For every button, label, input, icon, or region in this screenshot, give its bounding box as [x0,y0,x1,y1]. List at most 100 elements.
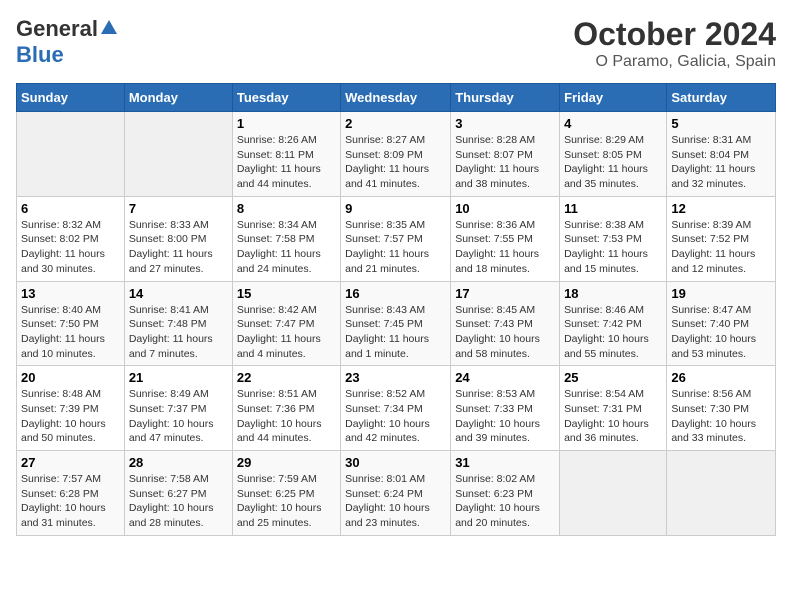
calendar-cell: 10Sunrise: 8:36 AMSunset: 7:55 PMDayligh… [451,196,560,281]
day-number: 19 [671,286,771,301]
day-number: 13 [21,286,120,301]
cell-details: Sunrise: 8:52 AMSunset: 7:34 PMDaylight:… [345,387,446,446]
cell-details: Sunrise: 8:31 AMSunset: 8:04 PMDaylight:… [671,133,771,192]
cell-details: Sunrise: 8:28 AMSunset: 8:07 PMDaylight:… [455,133,555,192]
cell-details: Sunrise: 8:39 AMSunset: 7:52 PMDaylight:… [671,218,771,277]
day-number: 31 [455,455,555,470]
header-day-monday: Monday [124,84,232,112]
calendar-cell [560,451,667,536]
cell-details: Sunrise: 8:49 AMSunset: 7:37 PMDaylight:… [129,387,228,446]
calendar-cell [124,112,232,197]
day-number: 24 [455,370,555,385]
cell-details: Sunrise: 8:01 AMSunset: 6:24 PMDaylight:… [345,472,446,531]
calendar-cell: 21 Sunrise: 8:49 AMSunset: 7:37 PMDayligh… [124,366,232,451]
calendar-cell: 4 Sunrise: 8:29 AMSunset: 8:05 PMDaylight… [560,112,667,197]
day-number: 8 [237,201,336,216]
header-day-saturday: Saturday [667,84,776,112]
day-number: 21 [129,370,228,385]
calendar-cell: 13 Sunrise: 8:40 AMSunset: 7:50 PMDayligh… [17,281,125,366]
cell-details: Sunrise: 8:43 AMSunset: 7:45 PMDaylight:… [345,303,446,362]
day-number: 5 [671,116,771,131]
day-number: 1 [237,116,336,131]
cell-details: Sunrise: 8:42 AMSunset: 7:47 PMDaylight:… [237,303,336,362]
calendar-subtitle: O Paramo, Galicia, Spain [573,53,776,71]
calendar-cell: 24 Sunrise: 8:53 AMSunset: 7:33 PMDayligh… [451,366,560,451]
calendar-cell: 23 Sunrise: 8:52 AMSunset: 7:34 PMDayligh… [341,366,451,451]
logo: General Blue [16,16,118,68]
cell-details: Sunrise: 8:53 AMSunset: 7:33 PMDaylight:… [455,387,555,446]
cell-details: Sunrise: 8:34 AMSunset: 7:58 PMDaylight:… [237,218,336,277]
day-number: 14 [129,286,228,301]
cell-details: Sunrise: 7:58 AMSunset: 6:27 PMDaylight:… [129,472,228,531]
day-number: 3 [455,116,555,131]
cell-details: Sunrise: 8:48 AMSunset: 7:39 PMDaylight:… [21,387,120,446]
calendar-cell: 7Sunrise: 8:33 AMSunset: 8:00 PMDaylight… [124,196,232,281]
cell-details: Sunrise: 8:41 AMSunset: 7:48 PMDaylight:… [129,303,228,362]
cell-details: Sunrise: 8:45 AMSunset: 7:43 PMDaylight:… [455,303,555,362]
cell-details: Sunrise: 8:33 AMSunset: 8:00 PMDaylight:… [129,218,228,277]
calendar-cell: 5 Sunrise: 8:31 AMSunset: 8:04 PMDaylight… [667,112,776,197]
cell-details: Sunrise: 8:32 AMSunset: 8:02 PMDaylight:… [21,218,120,277]
header-day-wednesday: Wednesday [341,84,451,112]
calendar-cell: 22 Sunrise: 8:51 AMSunset: 7:36 PMDayligh… [232,366,340,451]
calendar-cell: 14 Sunrise: 8:41 AMSunset: 7:48 PMDayligh… [124,281,232,366]
week-row-3: 13 Sunrise: 8:40 AMSunset: 7:50 PMDayligh… [17,281,776,366]
cell-details: Sunrise: 7:57 AMSunset: 6:28 PMDaylight:… [21,472,120,531]
day-number: 17 [455,286,555,301]
calendar-cell: 18Sunrise: 8:46 AMSunset: 7:42 PMDayligh… [560,281,667,366]
day-number: 23 [345,370,446,385]
day-number: 6 [21,201,120,216]
header-day-friday: Friday [560,84,667,112]
calendar-cell: 9 Sunrise: 8:35 AMSunset: 7:57 PMDaylight… [341,196,451,281]
week-row-4: 20 Sunrise: 8:48 AMSunset: 7:39 PMDayligh… [17,366,776,451]
cell-details: Sunrise: 8:26 AMSunset: 8:11 PMDaylight:… [237,133,336,192]
day-number: 9 [345,201,446,216]
day-number: 4 [564,116,662,131]
cell-details: Sunrise: 7:59 AMSunset: 6:25 PMDaylight:… [237,472,336,531]
cell-details: Sunrise: 8:35 AMSunset: 7:57 PMDaylight:… [345,218,446,277]
day-number: 12 [671,201,771,216]
week-row-5: 27 Sunrise: 7:57 AMSunset: 6:28 PMDayligh… [17,451,776,536]
calendar-cell: 3 Sunrise: 8:28 AMSunset: 8:07 PMDaylight… [451,112,560,197]
week-row-1: 1 Sunrise: 8:26 AMSunset: 8:11 PMDaylight… [17,112,776,197]
day-number: 18 [564,286,662,301]
cell-details: Sunrise: 8:38 AMSunset: 7:53 PMDaylight:… [564,218,662,277]
calendar-cell: 11 Sunrise: 8:38 AMSunset: 7:53 PMDayligh… [560,196,667,281]
calendar-cell: 31Sunrise: 8:02 AMSunset: 6:23 PMDayligh… [451,451,560,536]
cell-details: Sunrise: 8:51 AMSunset: 7:36 PMDaylight:… [237,387,336,446]
cell-details: Sunrise: 8:29 AMSunset: 8:05 PMDaylight:… [564,133,662,192]
calendar-cell: 29 Sunrise: 7:59 AMSunset: 6:25 PMDayligh… [232,451,340,536]
day-number: 11 [564,201,662,216]
calendar-cell: 26 Sunrise: 8:56 AMSunset: 7:30 PMDayligh… [667,366,776,451]
cell-details: Sunrise: 8:40 AMSunset: 7:50 PMDaylight:… [21,303,120,362]
calendar-cell: 25Sunrise: 8:54 AMSunset: 7:31 PMDayligh… [560,366,667,451]
calendar-cell [17,112,125,197]
calendar-cell: 28Sunrise: 7:58 AMSunset: 6:27 PMDayligh… [124,451,232,536]
logo-general-text: General [16,16,98,42]
calendar-cell: 17 Sunrise: 8:45 AMSunset: 7:43 PMDayligh… [451,281,560,366]
calendar-cell: 6 Sunrise: 8:32 AMSunset: 8:02 PMDaylight… [17,196,125,281]
day-number: 20 [21,370,120,385]
calendar-cell: 30 Sunrise: 8:01 AMSunset: 6:24 PMDayligh… [341,451,451,536]
day-number: 30 [345,455,446,470]
cell-details: Sunrise: 8:54 AMSunset: 7:31 PMDaylight:… [564,387,662,446]
calendar-cell: 2Sunrise: 8:27 AMSunset: 8:09 PMDaylight… [341,112,451,197]
day-number: 26 [671,370,771,385]
calendar-cell: 8 Sunrise: 8:34 AMSunset: 7:58 PMDaylight… [232,196,340,281]
cell-details: Sunrise: 8:47 AMSunset: 7:40 PMDaylight:… [671,303,771,362]
header-row: SundayMondayTuesdayWednesdayThursdayFrid… [17,84,776,112]
header-day-sunday: Sunday [17,84,125,112]
calendar-cell: 1 Sunrise: 8:26 AMSunset: 8:11 PMDaylight… [232,112,340,197]
title-block: October 2024 O Paramo, Galicia, Spain [573,16,776,71]
page-header: General Blue October 2024 O Paramo, Gali… [16,16,776,71]
day-number: 29 [237,455,336,470]
day-number: 22 [237,370,336,385]
cell-details: Sunrise: 8:56 AMSunset: 7:30 PMDaylight:… [671,387,771,446]
calendar-cell: 19 Sunrise: 8:47 AMSunset: 7:40 PMDayligh… [667,281,776,366]
week-row-2: 6 Sunrise: 8:32 AMSunset: 8:02 PMDaylight… [17,196,776,281]
calendar-cell: 27 Sunrise: 7:57 AMSunset: 6:28 PMDayligh… [17,451,125,536]
cell-details: Sunrise: 8:27 AMSunset: 8:09 PMDaylight:… [345,133,446,192]
day-number: 27 [21,455,120,470]
calendar-cell: 16Sunrise: 8:43 AMSunset: 7:45 PMDayligh… [341,281,451,366]
header-day-thursday: Thursday [451,84,560,112]
